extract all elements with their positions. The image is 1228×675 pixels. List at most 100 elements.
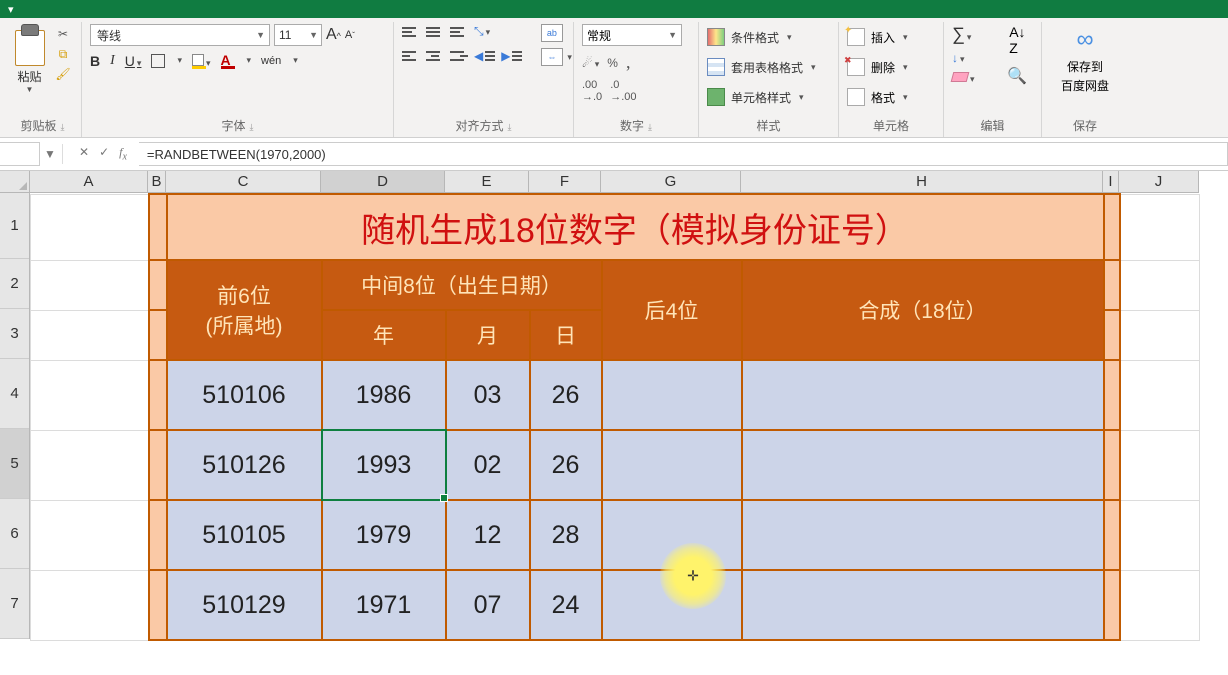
delete-cells-button[interactable]: 删除▾: [847, 54, 935, 80]
cell[interactable]: [31, 570, 149, 640]
cell[interactable]: [1120, 570, 1200, 640]
cell-month[interactable]: 02: [446, 430, 530, 500]
cell-last4[interactable]: [602, 500, 742, 570]
accounting-format-icon[interactable]: ☄▾: [582, 56, 599, 70]
conditional-format-button[interactable]: 条件格式▾: [707, 24, 830, 50]
cell-day[interactable]: 28: [530, 500, 602, 570]
cell[interactable]: [1120, 260, 1200, 310]
cell-prefix[interactable]: 510129: [167, 570, 322, 640]
cell[interactable]: [1104, 360, 1120, 430]
format-cells-button[interactable]: 格式▾: [847, 84, 935, 110]
cell[interactable]: [1104, 500, 1120, 570]
align-right-icon[interactable]: [450, 48, 468, 64]
cell-year[interactable]: 1979: [322, 500, 446, 570]
align-middle-icon[interactable]: [426, 24, 444, 40]
merge-cells-icon[interactable]: ⇔▾: [541, 48, 563, 66]
cell-last4[interactable]: [602, 570, 742, 640]
select-all-corner[interactable]: [0, 171, 30, 193]
table-format-button[interactable]: 套用表格格式▾: [707, 54, 830, 80]
col-header-F[interactable]: F: [529, 171, 601, 193]
fill-button[interactable]: ↓▾: [952, 51, 965, 65]
cell[interactable]: [1120, 430, 1200, 500]
menubar-item[interactable]: ▾: [8, 3, 14, 16]
clear-button[interactable]: ▾: [952, 71, 975, 85]
cell[interactable]: [31, 260, 149, 310]
increase-decimal-icon[interactable]: .00→.0: [582, 79, 602, 103]
cell[interactable]: [1104, 310, 1120, 360]
table-title[interactable]: 随机生成18位数字（模拟身份证号）: [167, 194, 1104, 260]
cell-day[interactable]: 26: [530, 430, 602, 500]
row-header-2[interactable]: 2: [0, 259, 29, 309]
cell-month[interactable]: 07: [446, 570, 530, 640]
sort-filter-button[interactable]: A↓Z: [1009, 24, 1025, 56]
baidu-save-button[interactable]: ∞ 保存到 百度网盘: [1050, 24, 1120, 94]
paste-button[interactable]: 粘贴 ▼: [12, 24, 47, 94]
cell[interactable]: [149, 260, 167, 310]
align-center-icon[interactable]: [426, 48, 444, 64]
cell-combo[interactable]: [742, 360, 1104, 430]
increase-indent-icon[interactable]: ▶: [501, 48, 522, 64]
cell-prefix[interactable]: 510105: [167, 500, 322, 570]
align-top-icon[interactable]: [402, 24, 420, 40]
cell[interactable]: [149, 430, 167, 500]
cell-combo[interactable]: [742, 430, 1104, 500]
cell-year[interactable]: 1993: [322, 430, 446, 500]
cell[interactable]: [1104, 260, 1120, 310]
name-box-dropdown[interactable]: ▼: [42, 147, 58, 161]
cell-day[interactable]: 26: [530, 360, 602, 430]
name-box[interactable]: D5: [0, 142, 40, 166]
cell-year[interactable]: 1971: [322, 570, 446, 640]
format-painter-icon[interactable]: 🖌: [55, 66, 71, 82]
align-bottom-icon[interactable]: [450, 24, 468, 40]
cell[interactable]: [1104, 430, 1120, 500]
col-header-B[interactable]: B: [148, 171, 166, 193]
font-size-select[interactable]: 11 ▼: [274, 24, 322, 46]
underline-button[interactable]: U▾: [125, 53, 142, 69]
orientation-button[interactable]: ⤡▾: [474, 24, 490, 40]
row-header-3[interactable]: 3: [0, 309, 29, 359]
fill-color-button[interactable]: ▾: [192, 53, 211, 69]
spreadsheet-grid[interactable]: 1234567 ABCDEFGHIJ 随机生成18位数字（模拟身份证号）前6位(…: [0, 171, 1228, 675]
cell[interactable]: [1104, 194, 1120, 260]
col-header-G[interactable]: G: [601, 171, 741, 193]
cell-day[interactable]: 24: [530, 570, 602, 640]
col-header-E[interactable]: E: [445, 171, 529, 193]
cell[interactable]: [1120, 500, 1200, 570]
cell[interactable]: [31, 310, 149, 360]
autosum-button[interactable]: ∑▾: [952, 24, 971, 45]
col-header-D[interactable]: D: [321, 171, 445, 193]
cell-combo[interactable]: [742, 570, 1104, 640]
bold-button[interactable]: B: [90, 53, 100, 69]
italic-button[interactable]: I: [110, 53, 115, 69]
decrease-decimal-icon[interactable]: .0→.00: [610, 79, 636, 103]
row-header-4[interactable]: 4: [0, 359, 29, 429]
cell-prefix[interactable]: 510106: [167, 360, 322, 430]
cell-last4[interactable]: [602, 360, 742, 430]
cancel-formula-icon[interactable]: ✕: [79, 145, 89, 162]
cell[interactable]: [31, 194, 149, 260]
hdr-day[interactable]: 日: [530, 310, 602, 360]
row-headers[interactable]: 1234567: [0, 193, 30, 639]
row-header-6[interactable]: 6: [0, 499, 29, 569]
font-name-select[interactable]: 等线 ▼: [90, 24, 270, 46]
cell[interactable]: [1120, 194, 1200, 260]
cell-styles-button[interactable]: 单元格样式▾: [707, 84, 830, 110]
fx-icon[interactable]: fx: [119, 145, 127, 162]
col-header-I[interactable]: I: [1103, 171, 1119, 193]
comma-format-icon[interactable]: ,: [626, 52, 631, 73]
hdr-mid[interactable]: 中间8位（出生日期）: [322, 260, 602, 310]
cell[interactable]: [1120, 310, 1200, 360]
cell-month[interactable]: 03: [446, 360, 530, 430]
col-header-C[interactable]: C: [166, 171, 321, 193]
wrap-text-icon[interactable]: ab: [541, 24, 563, 42]
row-header-7[interactable]: 7: [0, 569, 29, 639]
decrease-indent-icon[interactable]: ◀: [474, 48, 495, 64]
align-left-icon[interactable]: [402, 48, 420, 64]
phonetic-guide-button[interactable]: wén: [261, 55, 281, 67]
copy-icon[interactable]: ⧉: [55, 46, 71, 62]
hdr-combo[interactable]: 合成（18位）: [742, 260, 1104, 360]
font-color-button[interactable]: A: [221, 52, 235, 69]
hdr-prefix[interactable]: 前6位(所属地): [167, 260, 322, 360]
insert-cells-button[interactable]: 插入▾: [847, 24, 935, 50]
cell-prefix[interactable]: 510126: [167, 430, 322, 500]
